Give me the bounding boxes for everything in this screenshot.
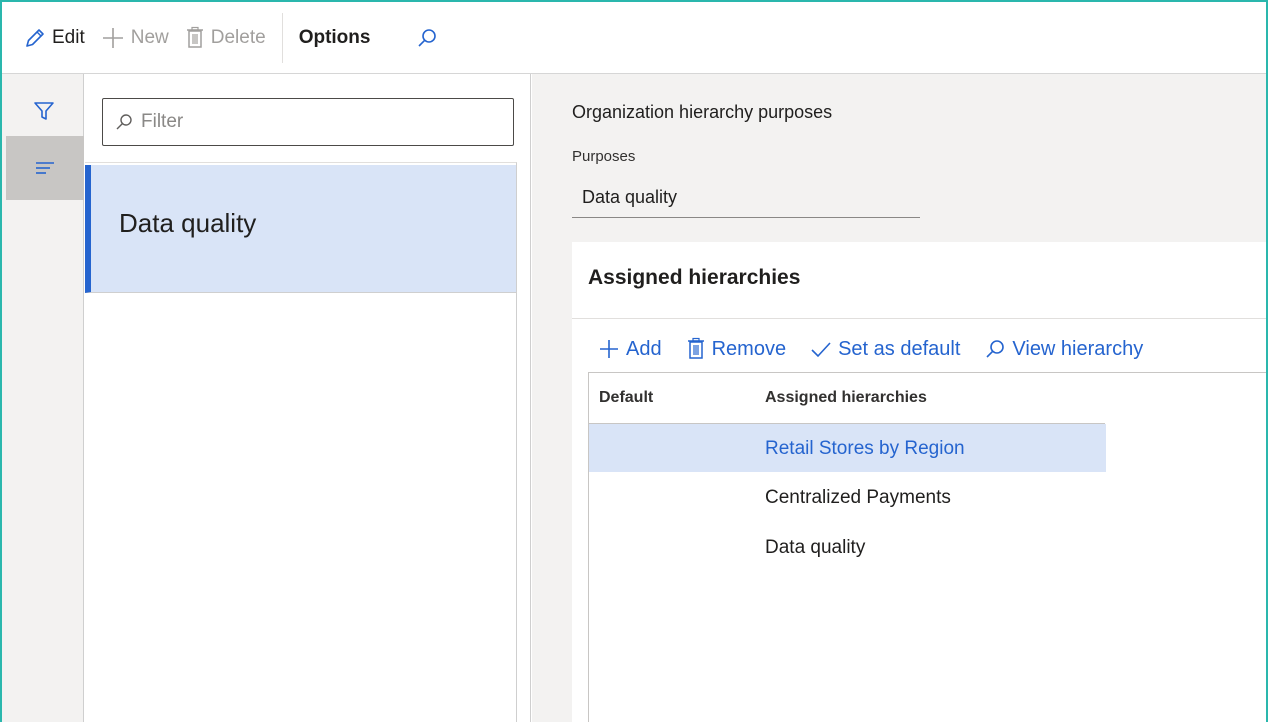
- trash-icon: [186, 26, 203, 48]
- action-pane: Edit New Delete Options: [2, 2, 1266, 74]
- left-rail: [2, 74, 84, 722]
- table-row[interactable]: Retail Stores by Region: [589, 424, 1106, 472]
- grid-header: Default Assigned hierarchies: [589, 373, 1266, 423]
- set-as-default-button[interactable]: Set as default: [810, 338, 960, 361]
- view-hierarchy-label: View hierarchy: [1012, 337, 1144, 360]
- options-label: Options: [298, 26, 371, 48]
- assigned-hierarchies-card: Assigned hierarchies Add Remove Set as d…: [572, 242, 1266, 722]
- purposes-field[interactable]: Data quality: [572, 178, 920, 218]
- new-button[interactable]: New: [101, 18, 185, 58]
- set-default-label: Set as default: [838, 337, 961, 360]
- filter-box: [102, 98, 514, 146]
- checkmark-icon: [811, 342, 831, 358]
- hierarchy-cell: Retail Stores by Region: [765, 438, 965, 459]
- table-row[interactable]: Centralized Payments: [589, 473, 1106, 521]
- list-pane: Data quality: [85, 74, 531, 722]
- section-title: Organization hierarchy purposes: [572, 102, 833, 122]
- record-list: Data quality: [85, 162, 517, 722]
- delete-button[interactable]: Delete: [185, 18, 282, 58]
- card-title: Assigned hierarchies: [588, 266, 801, 289]
- edit-button[interactable]: Edit: [24, 18, 101, 58]
- plus-icon: [600, 340, 618, 358]
- hierarchy-cell: Centralized Payments: [765, 487, 951, 508]
- column-header-assigned-hierarchies[interactable]: Assigned hierarchies: [765, 389, 927, 407]
- add-button[interactable]: Add: [598, 338, 662, 361]
- table-row[interactable]: Data quality: [589, 523, 1106, 571]
- app-window: Edit New Delete Options Filter Data qual…: [0, 0, 1268, 722]
- search-icon: [418, 28, 437, 47]
- remove-label: Remove: [711, 337, 787, 360]
- edit-label: Edit: [52, 26, 85, 48]
- toolbar-divider: [281, 12, 283, 63]
- grid-action-bar: Add Remove Set as default View hierarchy: [598, 332, 1167, 366]
- details-pane: Organization hierarchy purposes Purposes…: [532, 74, 1266, 722]
- search-icon: [986, 340, 1005, 358]
- options-tab[interactable]: Options: [299, 18, 387, 58]
- add-label: Add: [626, 337, 662, 360]
- filter-pane-button[interactable]: [27, 94, 61, 128]
- new-label: New: [130, 26, 169, 48]
- trash-icon: [687, 337, 704, 359]
- column-header-default[interactable]: Default: [599, 389, 653, 407]
- purposes-label: Purposes: [572, 148, 636, 165]
- pencil-icon: [26, 28, 44, 47]
- assigned-hierarchies-grid: Default Assigned hierarchies Retail Stor…: [588, 372, 1266, 722]
- plus-icon: [102, 27, 123, 48]
- card-divider: [572, 318, 1266, 319]
- funnel-icon: [34, 102, 54, 120]
- purposes-value: Data quality: [582, 187, 678, 207]
- delete-label: Delete: [210, 26, 266, 48]
- list-view-button[interactable]: [6, 136, 84, 200]
- filter-input[interactable]: [141, 111, 501, 133]
- list-item[interactable]: Data quality: [85, 165, 516, 293]
- list-lines-icon: [36, 162, 54, 174]
- view-hierarchy-button[interactable]: View hierarchy: [984, 338, 1143, 361]
- search-icon: [116, 114, 132, 130]
- hierarchy-cell: Data quality: [765, 537, 866, 558]
- toolbar-search-button[interactable]: [416, 18, 438, 58]
- list-item-label: Data quality: [119, 208, 257, 238]
- remove-button[interactable]: Remove: [686, 337, 786, 361]
